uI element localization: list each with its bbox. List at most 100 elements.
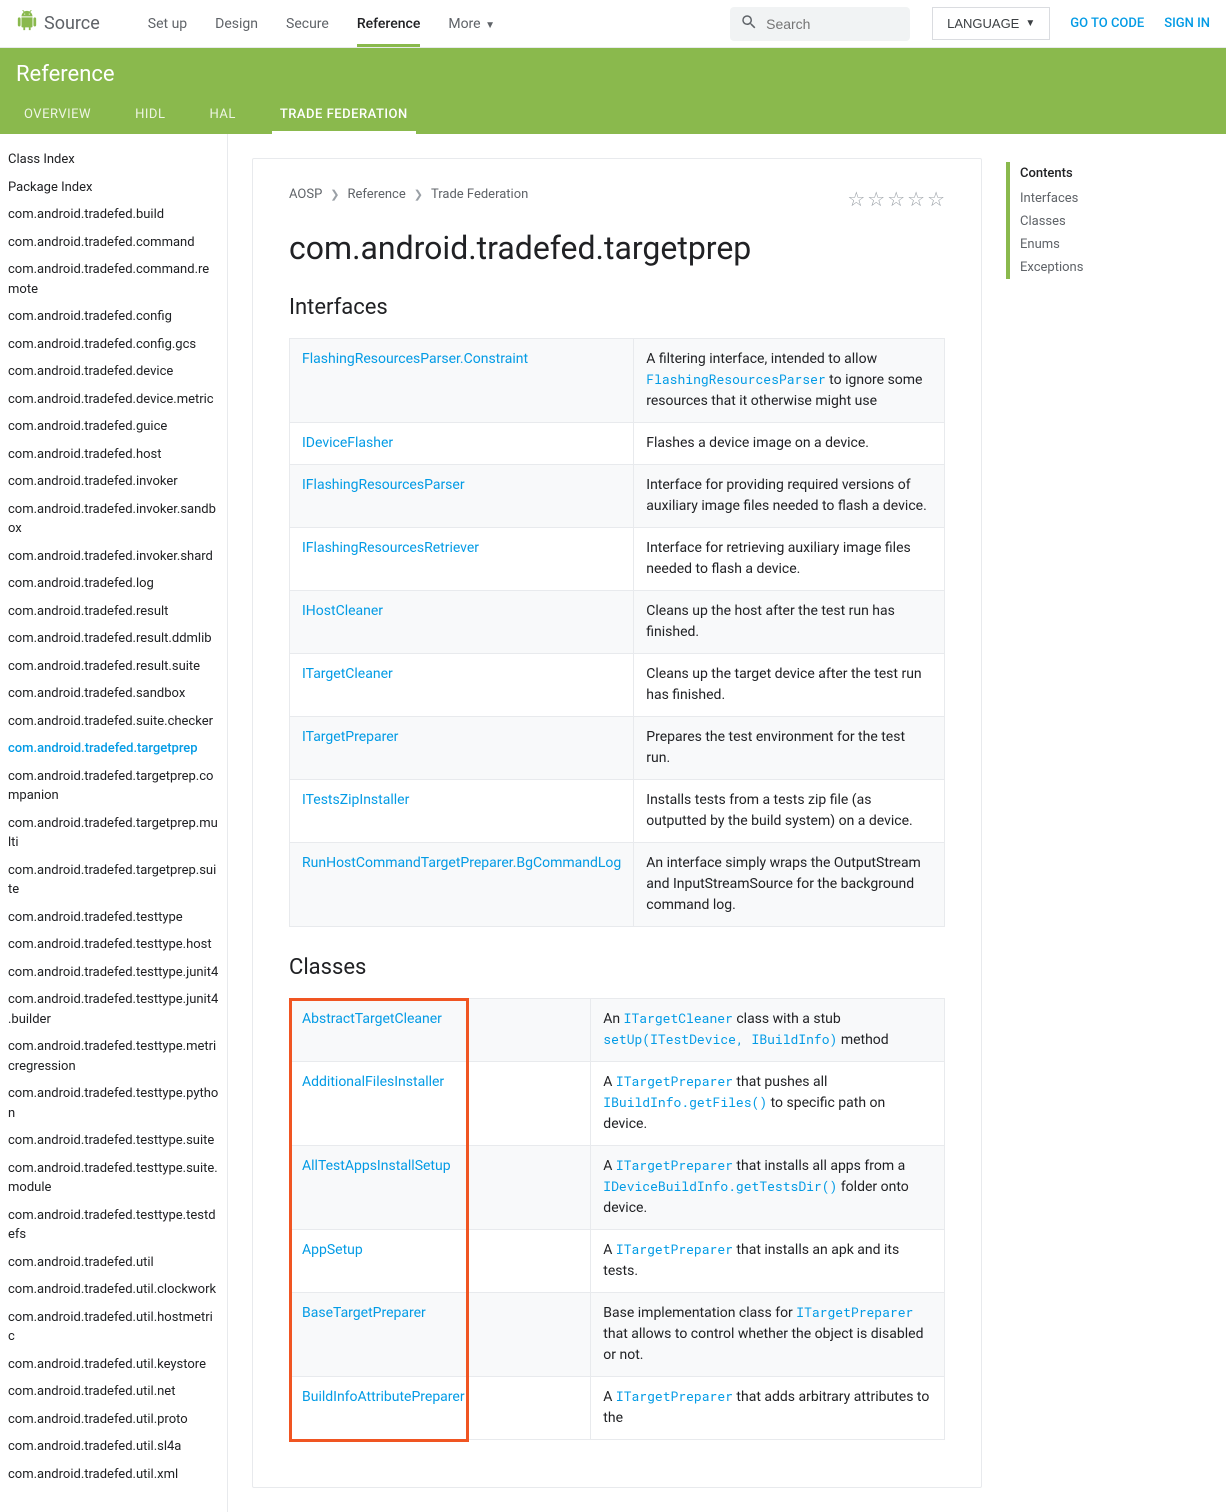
sidebar-item[interactable]: com.android.tradefed.util.xml (8, 1461, 219, 1489)
sidebar-item[interactable]: com.android.tradefed.result.ddmlib (8, 625, 219, 653)
subnav-hidl[interactable]: HIDL (127, 95, 173, 134)
nav-secure[interactable]: Secure (286, 2, 329, 46)
star-icon[interactable]: ☆ (887, 187, 905, 211)
sidebar-item[interactable]: com.android.tradefed.config.gcs (8, 331, 219, 359)
class-link[interactable]: AppSetup (302, 1242, 363, 1258)
sidebar-item[interactable]: com.android.tradefed.device.metric (8, 386, 219, 414)
nav-setup[interactable]: Set up (148, 2, 187, 46)
sidebar-item[interactable]: com.android.tradefed.config (8, 303, 219, 331)
sidebar-item[interactable]: com.android.tradefed.build (8, 201, 219, 229)
toc-classes[interactable]: Classes (1006, 210, 1156, 233)
sidebar-item[interactable]: com.android.tradefed.util.net (8, 1378, 219, 1406)
sidebar-item[interactable]: Class Index (8, 146, 219, 174)
sidebar-item[interactable]: com.android.tradefed.command.remote (8, 256, 219, 303)
subnav-overview[interactable]: OVERVIEW (16, 95, 99, 134)
interface-link[interactable]: IFlashingResourcesParser (302, 477, 465, 493)
code-ref[interactable]: IBuildInfo.getFiles() (603, 1093, 767, 1111)
sidebar-item[interactable]: com.android.tradefed.device (8, 358, 219, 386)
sidebar-item[interactable]: com.android.tradefed.testtype.junit4 (8, 959, 219, 987)
subnav-hal[interactable]: HAL (201, 95, 243, 134)
star-icon[interactable]: ☆ (867, 187, 885, 211)
class-link[interactable]: AbstractTargetCleaner (302, 1011, 442, 1027)
sidebar-item[interactable]: com.android.tradefed.testtype.testdefs (8, 1202, 219, 1249)
code-ref[interactable]: FlashingResourcesParser (646, 370, 825, 388)
crumb-aosp[interactable]: AOSP (289, 187, 322, 202)
class-link[interactable]: BaseTargetPreparer (302, 1305, 426, 1321)
sidebar-item[interactable]: com.android.tradefed.testtype.python (8, 1080, 219, 1127)
table-row: IHostCleaner Cleans up the host after the… (290, 591, 945, 654)
sidebar-item[interactable]: com.android.tradefed.util.sl4a (8, 1433, 219, 1461)
sidebar-item[interactable]: com.android.tradefed.host (8, 441, 219, 469)
sidebar-item[interactable]: com.android.tradefed.invoker.sandbox (8, 496, 219, 543)
sidebar-item[interactable]: com.android.tradefed.targetprep.suite (8, 857, 219, 904)
sidebar-item[interactable]: com.android.tradefed.invoker (8, 468, 219, 496)
sidebar-item[interactable]: com.android.tradefed.util.hostmetric (8, 1304, 219, 1351)
logo[interactable]: Source (16, 10, 100, 37)
code-ref[interactable]: IDeviceBuildInfo.getTestsDir() (603, 1177, 837, 1195)
search-input[interactable] (766, 16, 900, 32)
sidebar-item[interactable]: com.android.tradefed.testtype.suite (8, 1127, 219, 1155)
sign-in-link[interactable]: SIGN IN (1164, 16, 1210, 31)
sidebar-item[interactable]: com.android.tradefed.testtype.metricregr… (8, 1033, 219, 1080)
chevron-right-icon: ❯ (414, 188, 423, 201)
interface-link[interactable]: FlashingResourcesParser.Constraint (302, 351, 528, 367)
search-box[interactable] (730, 7, 910, 41)
sidebar-item[interactable]: com.android.tradefed.targetprep (8, 735, 219, 763)
interface-link[interactable]: RunHostCommandTargetPreparer.BgCommandLo… (302, 855, 621, 871)
sidebar-item[interactable]: com.android.tradefed.targetprep.multi (8, 810, 219, 857)
sidebar-item[interactable]: com.android.tradefed.util.keystore (8, 1351, 219, 1379)
crumb-tradefed[interactable]: Trade Federation (431, 187, 528, 202)
subnav-tradefed[interactable]: TRADE FEDERATION (272, 95, 416, 134)
interface-link[interactable]: ITargetPreparer (302, 729, 398, 745)
nav-design[interactable]: Design (215, 2, 258, 46)
interface-desc: Cleans up the host after the test run ha… (634, 591, 945, 654)
sidebar-item[interactable]: com.android.tradefed.testtype.suite.modu… (8, 1155, 219, 1202)
go-to-code-link[interactable]: GO TO CODE (1070, 16, 1144, 31)
toc-enums[interactable]: Enums (1006, 233, 1156, 256)
sidebar-item[interactable]: com.android.tradefed.util (8, 1249, 219, 1277)
interface-link[interactable]: ITestsZipInstaller (302, 792, 409, 808)
table-row: AppSetupA ITargetPreparer that installs … (290, 1230, 945, 1293)
interface-link[interactable]: IFlashingResourcesRetriever (302, 540, 479, 556)
sidebar-item[interactable]: com.android.tradefed.guice (8, 413, 219, 441)
sidebar-item[interactable]: com.android.tradefed.command (8, 229, 219, 257)
code-ref[interactable]: ITargetCleaner (624, 1009, 733, 1027)
code-ref[interactable]: ITargetPreparer (796, 1303, 913, 1321)
toc-interfaces[interactable]: Interfaces (1006, 187, 1156, 210)
sidebar-item[interactable]: com.android.tradefed.result.suite (8, 653, 219, 681)
star-icon[interactable]: ☆ (847, 187, 865, 211)
sidebar-item[interactable]: com.android.tradefed.util.clockwork (8, 1276, 219, 1304)
sidebar-item[interactable]: com.android.tradefed.util.proto (8, 1406, 219, 1434)
sidebar-item[interactable]: com.android.tradefed.invoker.shard (8, 543, 219, 571)
sidebar-item[interactable]: com.android.tradefed.suite.checker (8, 708, 219, 736)
code-ref[interactable]: ITargetPreparer (616, 1072, 733, 1090)
search-icon (740, 13, 758, 35)
sidebar-item[interactable]: com.android.tradefed.sandbox (8, 680, 219, 708)
code-ref[interactable]: setUp(ITestDevice, IBuildInfo) (603, 1030, 837, 1048)
interface-link[interactable]: IDeviceFlasher (302, 435, 393, 451)
crumb-reference[interactable]: Reference (348, 187, 406, 202)
code-ref[interactable]: ITargetPreparer (616, 1156, 733, 1174)
language-button[interactable]: LANGUAGE ▼ (932, 7, 1050, 40)
class-link[interactable]: AdditionalFilesInstaller (302, 1074, 444, 1090)
star-icon[interactable]: ☆ (927, 187, 945, 211)
class-link[interactable]: BuildInfoAttributePreparer (302, 1389, 465, 1405)
interfaces-heading: Interfaces (289, 295, 945, 326)
code-ref[interactable]: ITargetPreparer (616, 1240, 733, 1258)
code-ref[interactable]: ITargetPreparer (616, 1387, 733, 1405)
nav-more[interactable]: More ▼ (448, 2, 495, 46)
table-row: ITargetPreparerPrepares the test environ… (290, 717, 945, 780)
sidebar-item[interactable]: com.android.tradefed.log (8, 570, 219, 598)
nav-reference[interactable]: Reference (357, 2, 421, 46)
star-icon[interactable]: ☆ (907, 187, 925, 211)
sidebar-item[interactable]: com.android.tradefed.testtype.junit4.bui… (8, 986, 219, 1033)
toc-exceptions[interactable]: Exceptions (1006, 256, 1156, 279)
interface-link[interactable]: ITargetCleaner (302, 666, 393, 682)
sidebar-item[interactable]: Package Index (8, 174, 219, 202)
sidebar-item[interactable]: com.android.tradefed.testtype.host (8, 931, 219, 959)
sidebar-item[interactable]: com.android.tradefed.result (8, 598, 219, 626)
interface-link[interactable]: IHostCleaner (302, 603, 383, 619)
sidebar-item[interactable]: com.android.tradefed.testtype (8, 904, 219, 932)
class-link[interactable]: AllTestAppsInstallSetup (302, 1158, 451, 1174)
sidebar-item[interactable]: com.android.tradefed.targetprep.companio… (8, 763, 219, 810)
